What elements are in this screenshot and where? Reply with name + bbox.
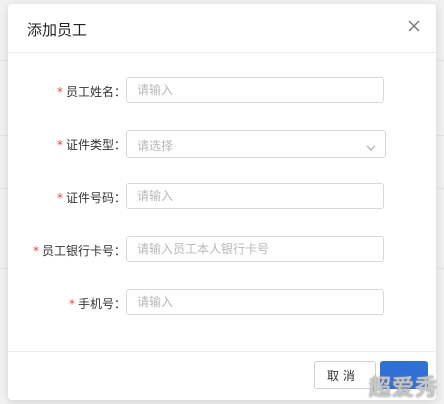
form-row-id-type: * 证件类型： 请选择: [8, 130, 436, 158]
form-row-bank-card: * 员工银行卡号：: [8, 236, 436, 264]
dialog-title: 添加员工: [27, 21, 88, 39]
bank-card-input[interactable]: [126, 236, 384, 262]
required-mark: *: [56, 191, 63, 205]
field-label: * 证件类型：: [57, 136, 126, 153]
close-icon[interactable]: [404, 16, 424, 36]
phone-input[interactable]: [126, 289, 384, 315]
field-label: * 证件号码：: [57, 189, 126, 206]
field-label: * 员工姓名：: [57, 83, 126, 100]
field-label-text: 员工银行卡号：: [41, 244, 126, 258]
required-mark: *: [56, 138, 63, 152]
required-mark: *: [32, 244, 39, 258]
form-row-id-number: * 证件号码：: [8, 183, 436, 211]
field-label-text: 证件号码：: [65, 191, 126, 205]
employee-name-input[interactable]: [126, 77, 384, 103]
field-label-text: 员工姓名：: [65, 85, 126, 99]
required-mark: *: [68, 297, 75, 311]
field-label-text: 手机号：: [77, 297, 126, 311]
add-employee-dialog: 添加员工 *员工姓名： *证件类型： 请选择: [8, 4, 436, 400]
field-label: * 手机号：: [69, 295, 126, 312]
id-type-select[interactable]: 请选择: [126, 130, 386, 158]
chevron-down-icon: [365, 139, 377, 151]
field-label-text: 证件类型：: [65, 138, 126, 152]
id-type-select-box[interactable]: 请选择: [126, 130, 386, 158]
cancel-button[interactable]: 取 消: [314, 361, 376, 389]
form-row-phone: * 手机号：: [8, 289, 436, 317]
id-number-input[interactable]: [126, 183, 384, 209]
field-label: * 员工银行卡号：: [33, 242, 126, 259]
form-row-name: * 员工姓名：: [8, 77, 436, 105]
select-placeholder: 请选择: [137, 139, 174, 153]
watermark-logo: 超爱秀: [368, 376, 438, 401]
dialog-header: 添加员工: [8, 4, 436, 53]
required-mark: *: [56, 85, 63, 99]
